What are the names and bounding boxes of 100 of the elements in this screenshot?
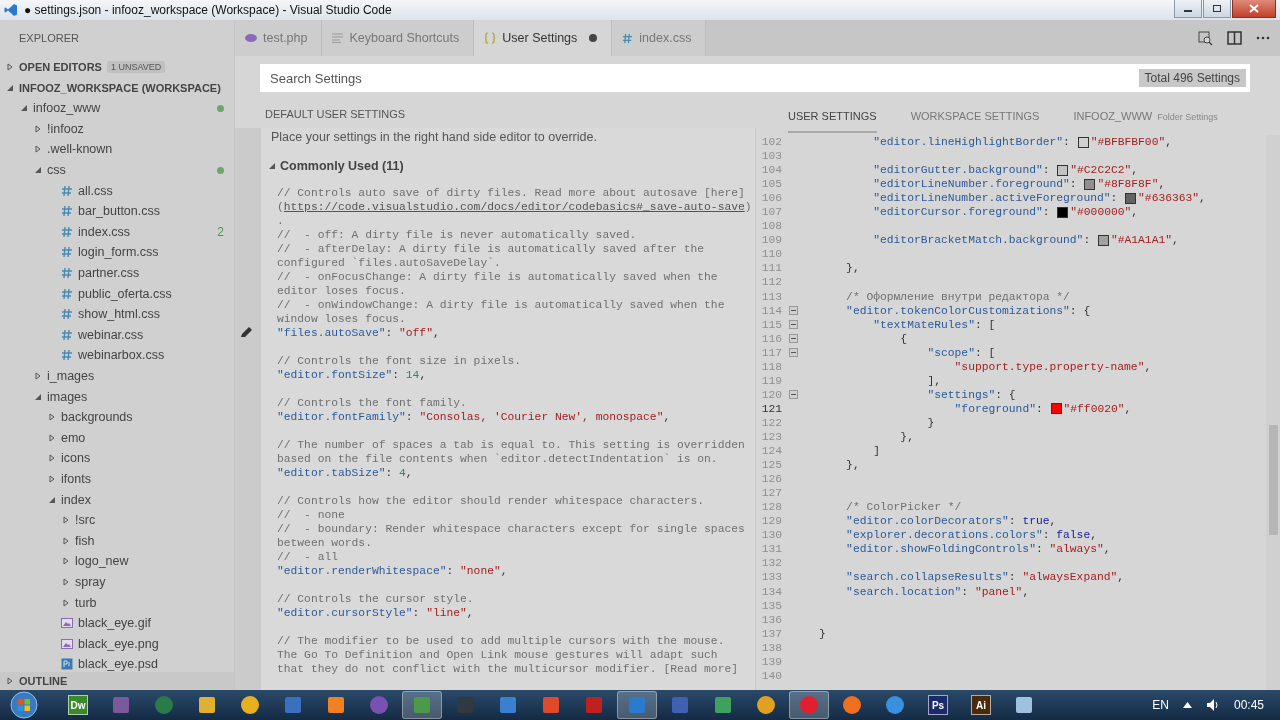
collapsed-arrow-icon[interactable]: [6, 677, 14, 685]
code-line: ]: [873, 444, 880, 459]
folder-name[interactable]: spray: [75, 574, 106, 589]
expanded-arrow-icon[interactable]: [34, 166, 42, 175]
folder-name[interactable]: index: [61, 492, 91, 507]
code-link[interactable]: https://code.visualstudio.com/docs/editor/codebasics#_save-auto-save: [283, 200, 745, 214]
collapsed-arrow-icon[interactable]: [62, 598, 70, 607]
close-button[interactable]: [1232, 0, 1276, 18]
tray-arrow-icon[interactable]: [1182, 702, 1192, 708]
fold-icon[interactable]: [788, 334, 798, 344]
line-number: 140: [760, 668, 782, 683]
fold-icon[interactable]: [788, 390, 798, 400]
file-name[interactable]: webinar.css: [78, 327, 144, 342]
file-name[interactable]: black_eye.psd: [78, 657, 158, 672]
folder-name[interactable]: i_mages: [47, 369, 95, 383]
collapsed-arrow-icon[interactable]: [34, 372, 42, 380]
line-number: 128: [760, 500, 782, 515]
app-tile-icon: [499, 696, 517, 714]
folder-name[interactable]: .well-known: [47, 142, 113, 157]
tab-subtitle: Folder Settings: [1157, 111, 1218, 122]
collapsed-arrow-icon[interactable]: [48, 475, 56, 483]
collapsed-arrow-icon[interactable]: [62, 577, 70, 586]
pencil-icon[interactable]: [239, 326, 253, 340]
fold-icon[interactable]: [788, 348, 798, 358]
line-number: 129: [760, 514, 782, 529]
editor-tab[interactable]: User Settings: [474, 20, 613, 56]
code-line: "editor.showFoldingControls": "always",: [846, 542, 1111, 557]
folder-name[interactable]: infooz_www: [33, 101, 101, 116]
color-swatch-icon[interactable]: [1057, 206, 1069, 218]
section-header[interactable]: OPEN EDITORS: [19, 60, 102, 73]
minimize-button[interactable]: [1174, 0, 1202, 18]
collapsed-arrow-icon[interactable]: [48, 413, 56, 422]
hash-icon: [61, 287, 73, 300]
language-indicator[interactable]: EN: [1152, 698, 1169, 712]
section-header[interactable]: INFOOZ_WORKSPACE (WORKSPACE): [19, 81, 221, 94]
collapsed-arrow-icon[interactable]: [62, 557, 70, 566]
split-editor-icon[interactable]: [1227, 31, 1242, 45]
code-line: based on the file contents when `editor.detectIndentation` is on.: [277, 452, 718, 466]
line-number: 108: [760, 219, 782, 234]
more-icon[interactable]: [1256, 36, 1270, 40]
photoshop-file-icon: [61, 658, 73, 671]
folder-name[interactable]: emo: [61, 430, 86, 445]
taskbar-button[interactable]: Dw: [58, 691, 98, 719]
folder-name[interactable]: !src: [75, 513, 96, 528]
expanded-arrow-icon[interactable]: [20, 104, 28, 113]
collapsed-arrow-icon[interactable]: [34, 145, 42, 154]
file-name[interactable]: show_html.css: [78, 307, 160, 322]
file-name[interactable]: partner.css: [78, 266, 140, 281]
file-name[interactable]: bar_button.css: [78, 204, 160, 219]
window-title: ● settings.json - infooz_workspace (Workspace) - Visual Studio Code: [24, 3, 393, 17]
collapsed-arrow-icon[interactable]: [34, 124, 42, 133]
collapsed-arrow-icon[interactable]: [48, 454, 56, 463]
maximize-button[interactable]: [1203, 0, 1231, 18]
collapsed-arrow-icon[interactable]: [48, 433, 56, 442]
file-name[interactable]: black_eye.gif: [78, 616, 151, 631]
folder-name[interactable]: icons: [61, 451, 91, 466]
hash-icon: [61, 308, 73, 321]
section-header[interactable]: OUTLINE: [19, 675, 68, 687]
file-name[interactable]: webinarbox.css: [78, 348, 165, 363]
color-swatch-icon[interactable]: [1050, 403, 1062, 415]
collapsed-arrow-icon[interactable]: [62, 536, 70, 545]
expanded-arrow-icon[interactable]: [6, 83, 14, 92]
line-number: 119: [760, 373, 782, 388]
file-name[interactable]: black_eye.png: [78, 636, 159, 651]
folder-name[interactable]: turb: [75, 595, 97, 610]
file-name[interactable]: login_form.css: [78, 245, 159, 260]
folder-name[interactable]: ifonts: [61, 472, 91, 486]
collapsed-arrow-icon[interactable]: [62, 516, 70, 525]
folder-name[interactable]: fish: [75, 533, 95, 548]
file-name[interactable]: index.css: [78, 224, 131, 239]
line-number: 102: [760, 135, 782, 149]
expanded-arrow-icon[interactable]: [48, 495, 56, 504]
color-swatch-icon[interactable]: [1097, 234, 1109, 246]
color-swatch-icon[interactable]: [1077, 136, 1089, 148]
color-swatch-icon[interactable]: [1084, 178, 1096, 190]
folder-name[interactable]: css: [47, 163, 66, 178]
settings-tab[interactable]: USER SETTINGS: [788, 100, 877, 133]
scrollbar-thumb[interactable]: [1269, 425, 1278, 535]
color-swatch-icon[interactable]: [1125, 192, 1137, 204]
file-name[interactable]: all.css: [78, 183, 113, 198]
folder-name[interactable]: logo_new: [75, 554, 129, 569]
color-swatch-icon[interactable]: [1057, 164, 1069, 176]
fold-icon[interactable]: [788, 320, 798, 330]
collapsed-arrow-icon[interactable]: [6, 62, 14, 71]
taskbar-button[interactable]: Ai: [961, 691, 1001, 719]
taskbar-button[interactable]: Ps: [918, 691, 958, 719]
expanded-arrow-icon[interactable]: [34, 392, 42, 401]
line-number: 117: [760, 345, 782, 360]
folder-name[interactable]: images: [47, 389, 88, 404]
group-header[interactable]: Commonly Used (11): [280, 159, 404, 173]
speaker-icon[interactable]: [1205, 698, 1220, 712]
fold-icon[interactable]: [788, 306, 798, 316]
expanded-arrow-icon[interactable]: [268, 162, 276, 170]
folder-name[interactable]: !infooz: [47, 121, 84, 136]
file-name[interactable]: public_oferta.css: [78, 286, 172, 301]
code-line: "settings": {: [927, 387, 1016, 402]
open-changes-icon[interactable]: [1197, 30, 1213, 46]
code-line: // - onFocusChange: A dirty file is automatically saved when the: [277, 270, 718, 284]
folder-name[interactable]: backgrounds: [61, 410, 133, 425]
code-line: "search.location": "panel",: [846, 584, 1030, 599]
